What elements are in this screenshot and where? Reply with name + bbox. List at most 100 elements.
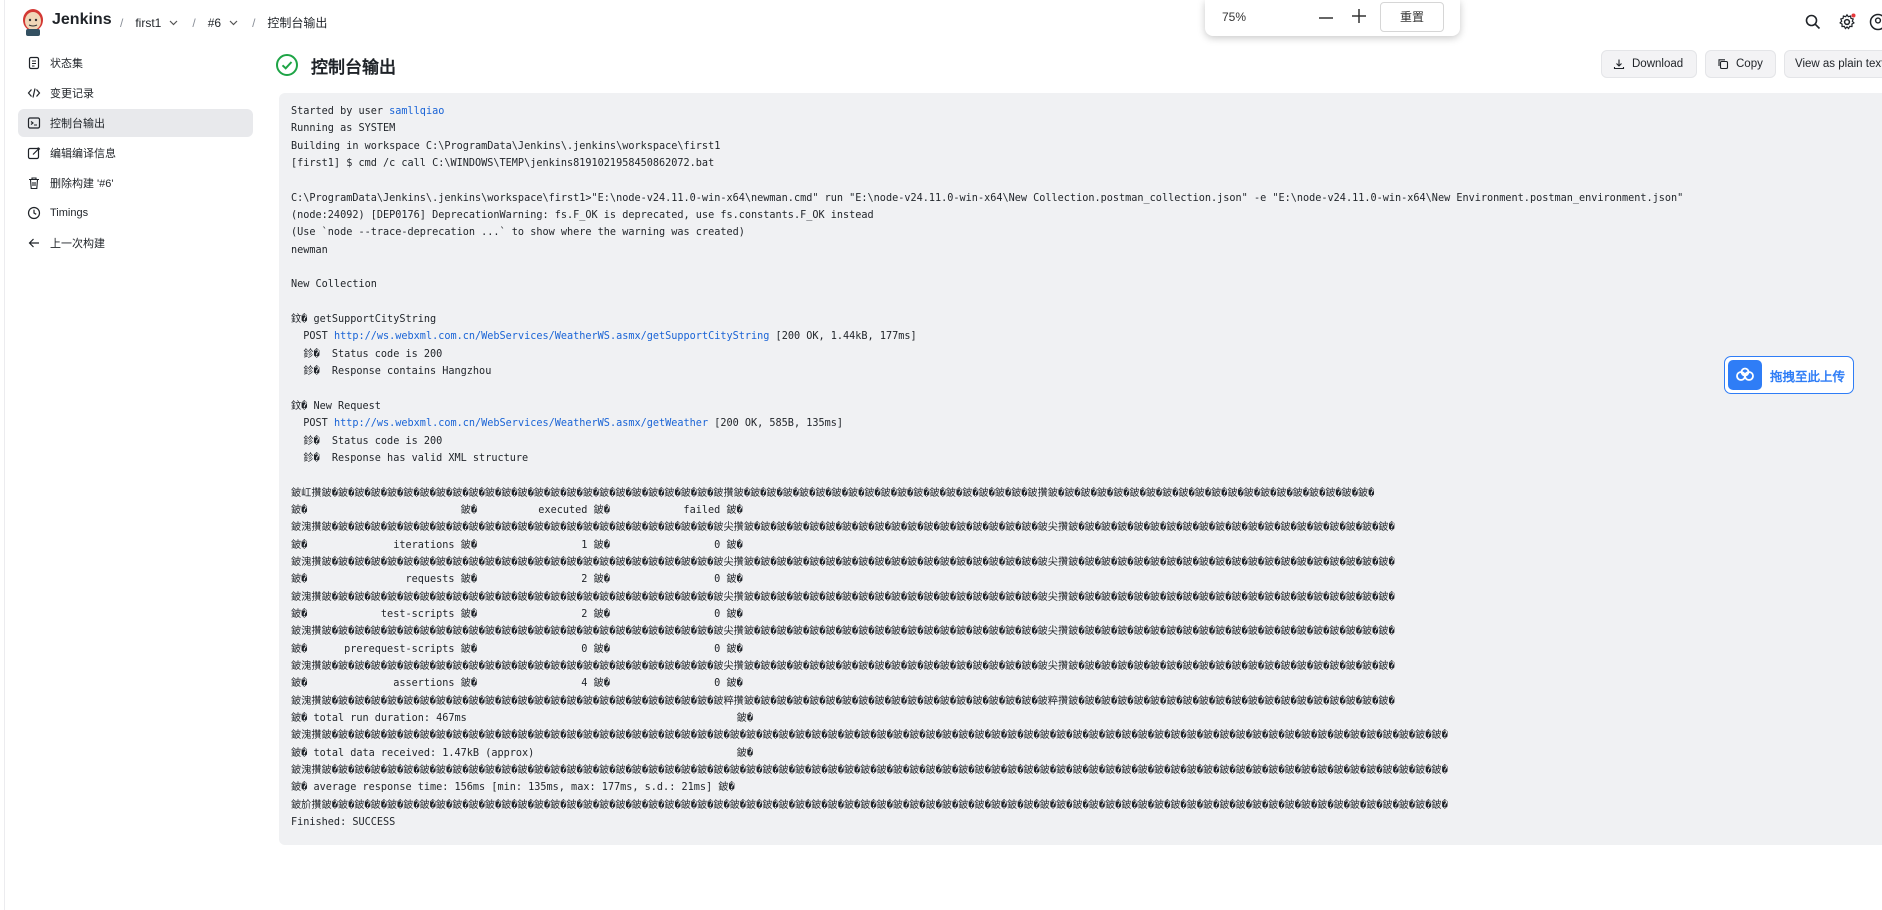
console-line: 鈹� total run duration: 467ms 鈹� [291,713,753,725]
jenkins-logo-icon[interactable] [20,8,46,36]
console-line: 鈹� prerequest-scripts 鈹� 0 鈹� 0 鈹� [291,643,743,655]
sidebar-item-console-output[interactable]: 控制台输出 [18,109,253,137]
sidebar-item-previous-build[interactable]: 上一次构建 [18,229,253,257]
page-title: 控制台输出 [311,58,396,77]
edit-icon [27,147,41,160]
success-check-icon [276,54,298,76]
download-label: Download [1632,58,1684,70]
sidebar-item-label: 状态集 [50,58,83,70]
console-line: 鉁� Status code is 200 [291,348,443,360]
sidebar-item-label: 控制台输出 [50,118,105,130]
sidebar-item-status[interactable]: 状态集 [18,49,253,77]
console-line: 鈹溾攢鈹�鈹�鈹�鈹�鈹�鈹�鈹�鈹�鈹�鈹�鈹�鈹�鈹�鈹�鈹�鈹�鈹�鈹�鈹… [291,556,1395,568]
view-plain-text-button[interactable]: View as plain text [1784,50,1882,78]
console-line: 鈹� average response time: 156ms [min: 13… [291,782,735,794]
trash-icon [29,177,39,190]
chevron-down-icon[interactable] [229,20,238,26]
console-line: Started by user samllqiao [291,106,445,117]
console-line: 鈹屸攢鈹�鈹�鈹�鈹�鈹�鈹�鈹�鈹�鈹�鈹�鈹�鈹�鈹�鈹�鈹�鈹�鈹�鈹�鈹… [291,487,1375,499]
zoom-out-icon[interactable] [1317,9,1335,27]
code-icon [27,88,41,98]
sidebar-item-edit-build-info[interactable]: 编辑编译信息 [18,139,253,167]
console-line: Running as SYSTEM [291,123,396,135]
console-line: 鉁� Response contains Hangzhou [291,366,492,378]
console-output: Started by user samllqiao Running as SYS… [279,93,1882,845]
breadcrumb-item-build[interactable]: #6 [208,16,244,30]
download-icon [1613,59,1625,70]
console-line: 鉁� Response has valid XML structure [291,452,529,464]
console-line: (node:24092) [DEP0176] DeprecationWarnin… [291,210,874,222]
console-line: 鈹溾攢鈹�鈹�鈹�鈹�鈹�鈹�鈹�鈹�鈹�鈹�鈹�鈹�鈹�鈹�鈹�鈹�鈹�鈹�鈹… [291,626,1395,638]
document-icon [28,56,40,70]
copy-label: Copy [1736,58,1763,70]
console-line: newman [291,244,328,256]
console-line: New Collection [291,279,377,291]
console-line: 鈫� New Request [291,400,381,412]
console-line: 鈹斺攢鈹�鈹�鈹�鈹�鈹�鈹�鈹�鈹�鈹�鈹�鈹�鈹�鈹�鈹�鈹�鈹�鈹�鈹�鈹… [291,799,1448,811]
console-line: 鉁� Status code is 200 [291,435,443,447]
arrow-left-icon [28,238,39,248]
breadcrumb-current-label[interactable]: 控制台输出 [267,14,327,31]
console-line: 鈹溾攢鈹�鈹�鈹�鈹�鈹�鈹�鈹�鈹�鈹�鈹�鈹�鈹�鈹�鈹�鈹�鈹�鈹�鈹�鈹… [291,591,1395,603]
sidebar-item-changes[interactable]: 变更记录 [18,79,253,107]
zoom-in-icon[interactable] [1350,7,1368,25]
request-url-link[interactable]: http://ws.webxml.com.cn/WebServices/Weat… [334,331,769,342]
console-line: 鈹� total data received: 1.47kB (approx) … [291,747,753,759]
breadcrumb-item-current[interactable]: 控制台输出 [267,14,327,31]
sidebar-item-label: 删除构建 '#6' [50,178,114,190]
user-icon[interactable] [1869,13,1882,31]
clock-icon [27,206,41,220]
search-icon[interactable] [1804,13,1822,31]
sidebar-item-timings[interactable]: Timings [18,199,253,227]
console-line: 鈹� 鈹� executed 鈹� failed 鈹� [291,504,743,516]
zoom-reset-button[interactable]: 重置 [1380,2,1444,32]
console-line: 鈹� requests 鈹� 2 鈹� 0 鈹� [291,574,743,586]
breadcrumb: / first1 / #6 / 控制台输出 [112,14,327,31]
console-line: 鈹溾攢鈹�鈹�鈹�鈹�鈹�鈹�鈹�鈹�鈹�鈹�鈹�鈹�鈹�鈹�鈹�鈹�鈹�鈹�鈹… [291,522,1395,534]
request-url-link[interactable]: http://ws.webxml.com.cn/WebServices/Weat… [334,418,708,429]
chevron-down-icon[interactable] [169,20,178,26]
brand-name[interactable]: Jenkins [52,11,112,29]
zoom-level: 75% [1222,10,1247,24]
user-link[interactable]: samllqiao [389,106,444,117]
sidebar-item-label: 上一次构建 [50,238,105,250]
console-line: 鈹� test-scripts 鈹� 2 鈹� 0 鈹� [291,608,743,620]
zoom-popup: 75% 重置 [1205,0,1460,36]
download-button[interactable]: Download [1601,50,1697,78]
console-line: (Use `node --trace-deprecation ...` to s… [291,227,745,239]
breadcrumb-separator: / [252,15,256,30]
settings-icon[interactable] [1838,13,1856,31]
console-line: POST http://ws.webxml.com.cn/WebServices… [291,331,917,343]
console-line: 鈹溾攢鈹�鈹�鈹�鈹�鈹�鈹�鈹�鈹�鈹�鈹�鈹�鈹�鈹�鈹�鈹�鈹�鈹�鈹�鈹… [291,765,1448,777]
console-line: Finished: SUCCESS [291,817,396,829]
top-navbar: Jenkins / first1 / #6 / 控制台输出 [0,0,1882,44]
view-plain-text-label: View as plain text [1795,58,1882,70]
console-line: 鈹� assertions 鈹� 4 鈹� 0 鈹� [291,678,743,690]
console-line: 鈫� getSupportCityString [291,314,437,326]
console-line: 鈹溾攢鈹�鈹�鈹�鈹�鈹�鈹�鈹�鈹�鈹�鈹�鈹�鈹�鈹�鈹�鈹�鈹�鈹�鈹�鈹… [291,661,1395,672]
cloud-upload-icon [1728,360,1762,390]
console-line: 鈹� iterations 鈹� 1 鈹� 0 鈹� [291,539,743,551]
breadcrumb-separator: / [192,15,196,30]
console-line: POST http://ws.webxml.com.cn/WebServices… [291,418,844,430]
sidebar: 状态集 变更记录 控制台输出 编辑编译信息 删除构建 '#6' Timings … [18,49,253,259]
copy-button[interactable]: Copy [1705,50,1776,78]
terminal-icon [27,117,41,129]
sidebar-item-label: 编辑编译信息 [50,148,116,160]
left-edge-divider [4,0,5,910]
console-line: 鈹溾攢鈹�鈹�鈹�鈹�鈹�鈹�鈹�鈹�鈹�鈹�鈹�鈹�鈹�鈹�鈹�鈹�鈹�鈹�鈹… [291,730,1448,742]
console-text: Started by user samllqiao Running as SYS… [291,103,1882,831]
breadcrumb-job-label[interactable]: first1 [135,16,161,30]
console-line: 鈹溾攢鈹�鈹�鈹�鈹�鈹�鈹�鈹�鈹�鈹�鈹�鈹�鈹�鈹�鈹�鈹�鈹�鈹�鈹�鈹… [291,695,1395,707]
breadcrumb-separator: / [120,15,124,30]
console-line: [first1] $ cmd /c call C:\WINDOWS\TEMP\j… [291,158,715,170]
drag-upload-button[interactable]: 拖拽至此上传 [1724,356,1854,394]
breadcrumb-item-job[interactable]: first1 [135,16,184,30]
copy-icon [1718,59,1729,70]
console-line: C:\ProgramData\Jenkins\.jenkins\workspac… [291,192,1684,204]
breadcrumb-build-label[interactable]: #6 [208,16,221,30]
sidebar-item-label: Timings [50,207,89,219]
sidebar-item-label: 变更记录 [50,88,94,100]
upload-label: 拖拽至此上传 [1770,369,1846,384]
sidebar-item-delete-build[interactable]: 删除构建 '#6' [18,169,253,197]
